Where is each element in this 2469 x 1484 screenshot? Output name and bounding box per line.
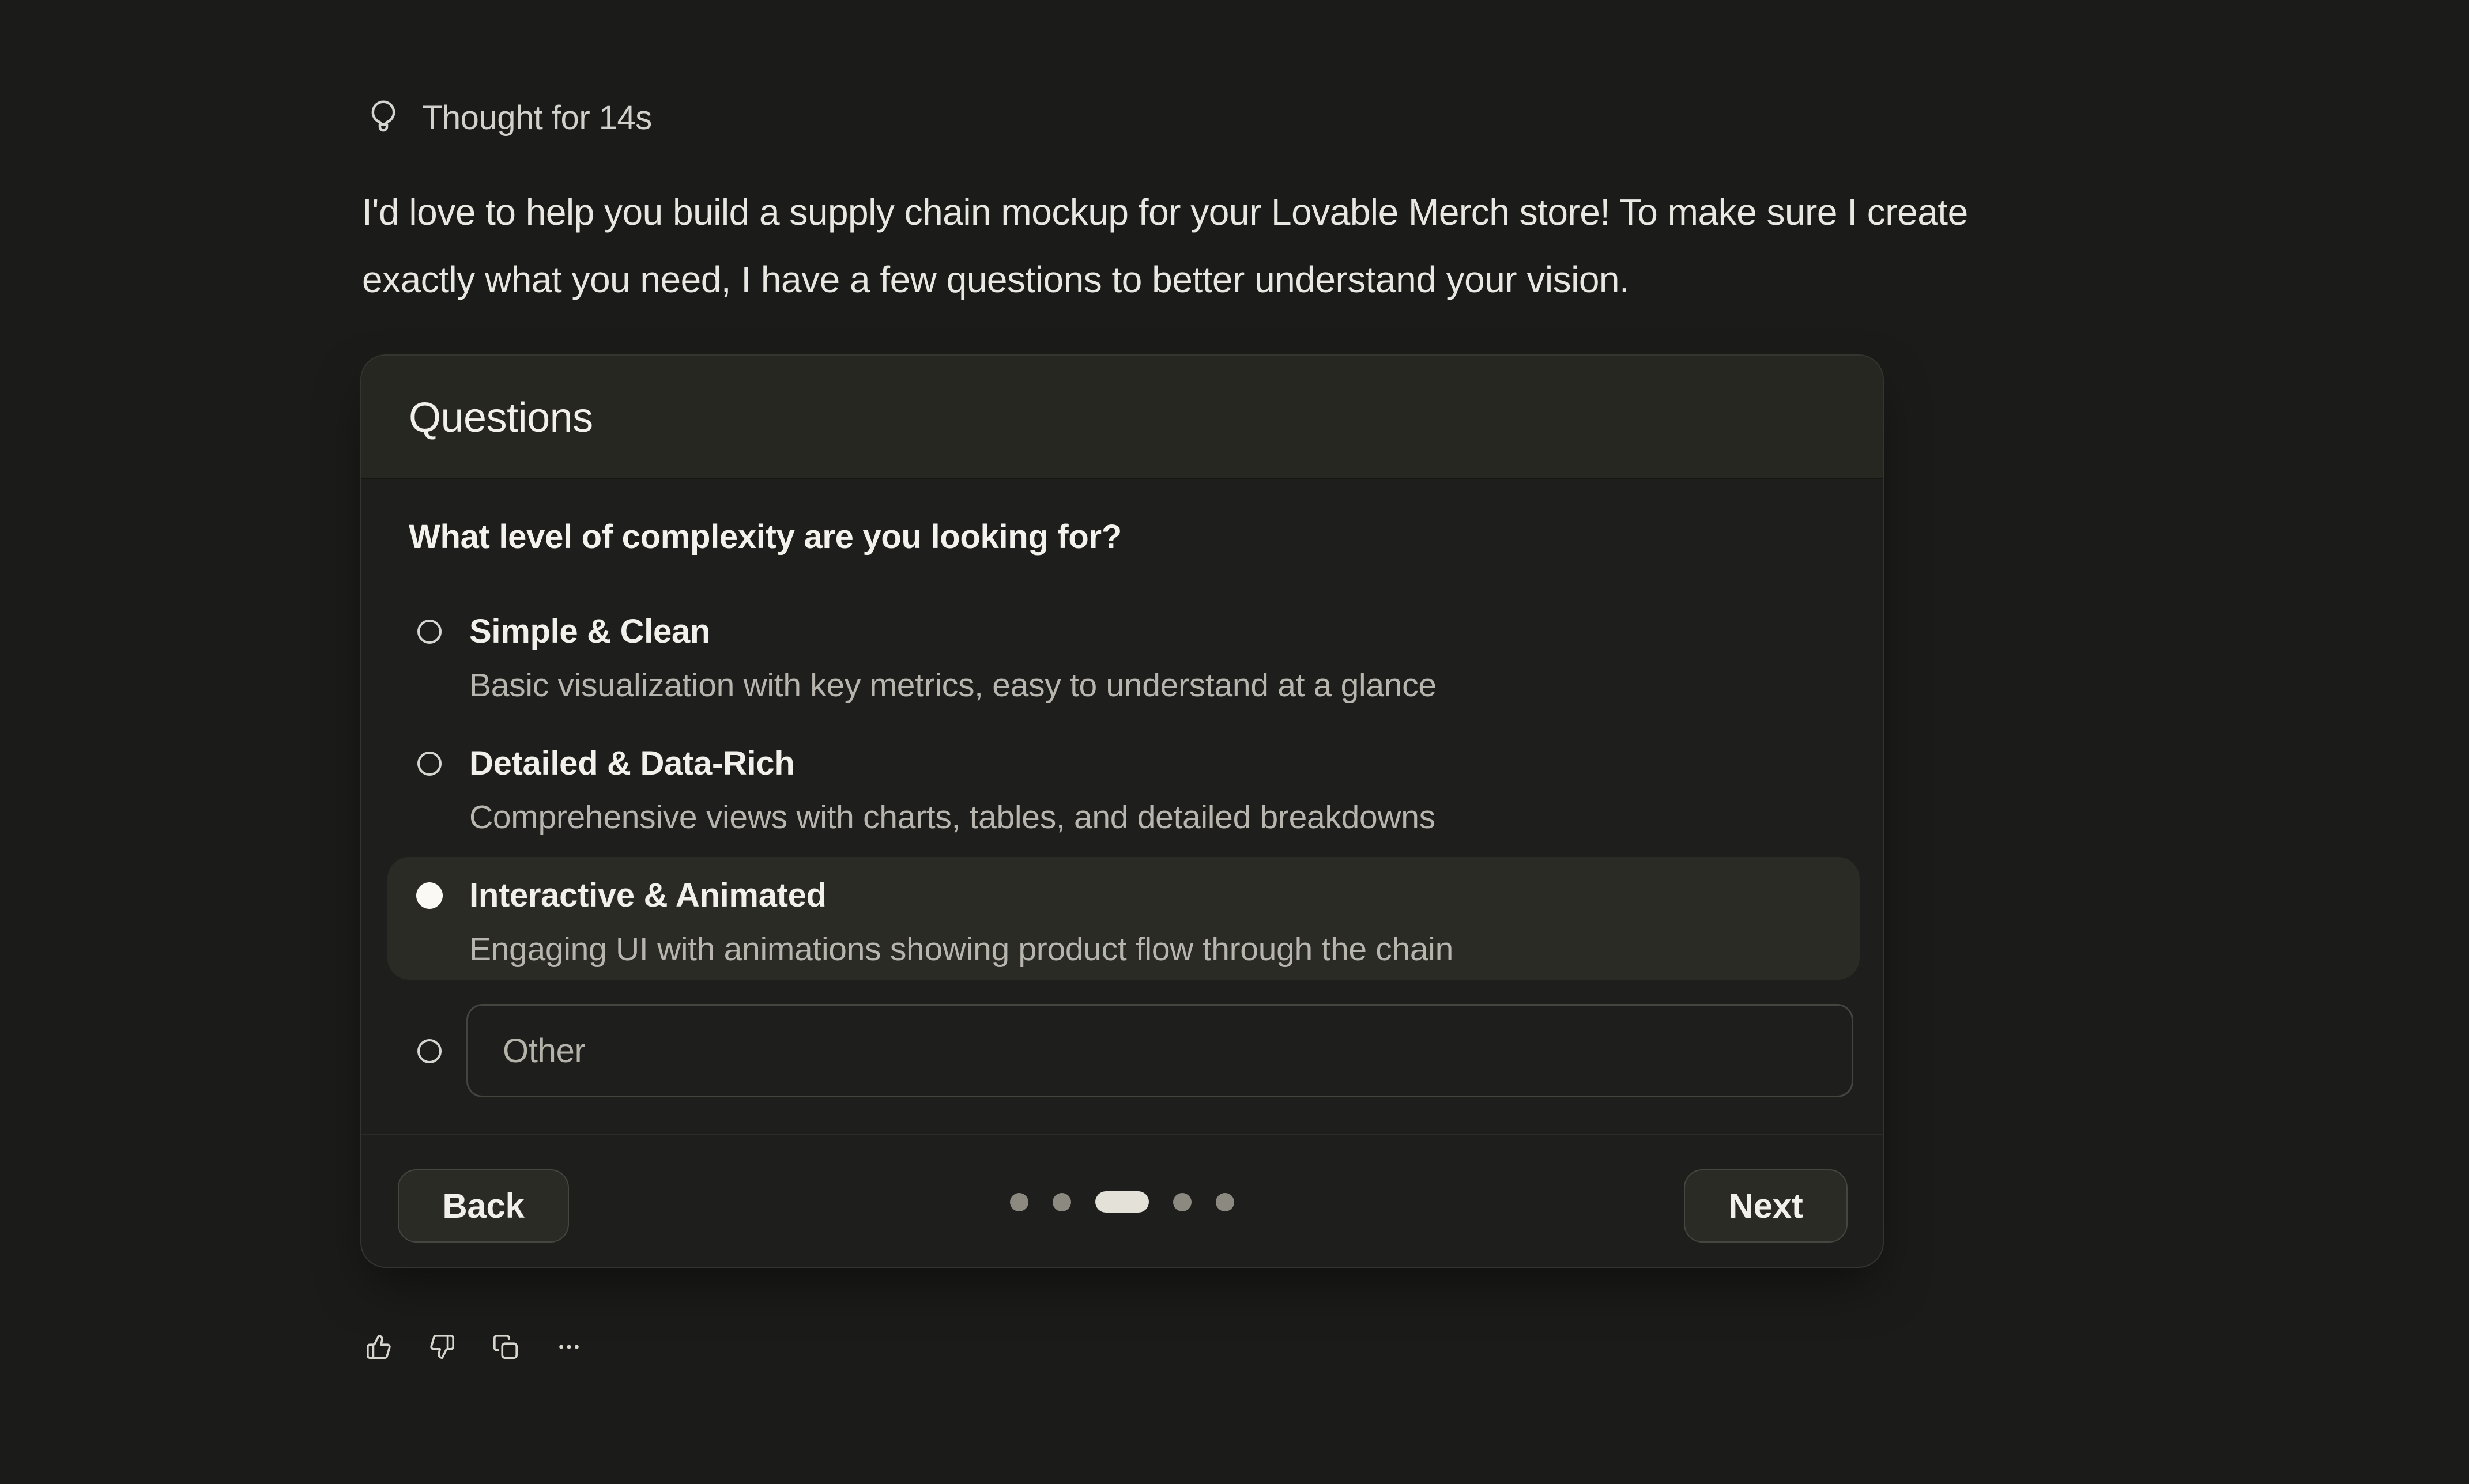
ellipsis-icon xyxy=(556,1334,582,1360)
question-text: What level of complexity are you looking… xyxy=(409,512,1122,562)
option-description: Basic visualization with key metrics, ea… xyxy=(469,664,1837,706)
radio-unchecked-icon[interactable] xyxy=(417,752,442,776)
pagination-dot xyxy=(1216,1193,1234,1211)
thumbs-up-button[interactable] xyxy=(365,1334,392,1360)
copy-icon xyxy=(492,1334,519,1360)
option-other[interactable] xyxy=(387,1004,1860,1097)
radio-unchecked-icon[interactable] xyxy=(417,620,442,644)
questions-card: Questions What level of complexity are y… xyxy=(360,354,1884,1268)
radio-unchecked-icon[interactable] xyxy=(417,1039,442,1063)
option-description: Engaging UI with animations showing prod… xyxy=(469,928,1837,970)
message-line: exactly what you need, I have a few ques… xyxy=(362,246,2322,314)
card-title: Questions xyxy=(409,356,593,479)
assistant-message: I'd love to help you build a supply chai… xyxy=(362,179,2322,314)
other-text-input[interactable] xyxy=(466,1004,1853,1097)
option-detailed-data-rich[interactable]: Detailed & Data-Rich Comprehensive views… xyxy=(387,725,1860,848)
thumbs-down-button[interactable] xyxy=(429,1334,455,1360)
card-header: Questions xyxy=(361,356,1883,479)
option-label: Interactive & Animated xyxy=(469,875,1837,916)
option-label: Detailed & Data-Rich xyxy=(469,743,1837,784)
thought-toggle[interactable]: Thought for 14s xyxy=(364,97,652,138)
pagination-dot xyxy=(1053,1193,1071,1211)
thumbs-up-icon xyxy=(365,1334,392,1360)
message-line: I'd love to help you build a supply chai… xyxy=(362,179,2322,246)
message-actions xyxy=(365,1330,582,1364)
back-button[interactable]: Back xyxy=(398,1169,569,1243)
radio-checked-icon[interactable] xyxy=(416,882,443,909)
pagination-dot-active xyxy=(1095,1191,1149,1213)
thumbs-down-icon xyxy=(429,1334,455,1360)
thought-label: Thought for 14s xyxy=(422,99,652,137)
option-texts: Simple & Clean Basic visualization with … xyxy=(469,611,1837,706)
option-label: Simple & Clean xyxy=(469,611,1837,652)
lightbulb-icon xyxy=(364,97,402,138)
option-texts: Detailed & Data-Rich Comprehensive views… xyxy=(469,743,1837,838)
option-texts: Interactive & Animated Engaging UI with … xyxy=(469,875,1837,970)
option-interactive-animated[interactable]: Interactive & Animated Engaging UI with … xyxy=(387,857,1860,980)
copy-button[interactable] xyxy=(492,1334,519,1360)
pagination-dots xyxy=(361,1135,1883,1269)
pagination-dot xyxy=(1173,1193,1192,1211)
card-footer: Back Next xyxy=(361,1134,1883,1269)
next-button[interactable]: Next xyxy=(1684,1169,1848,1243)
option-description: Comprehensive views with charts, tables,… xyxy=(469,796,1837,838)
more-options-button[interactable] xyxy=(556,1334,582,1360)
option-simple-clean[interactable]: Simple & Clean Basic visualization with … xyxy=(387,593,1860,716)
pagination-dot xyxy=(1010,1193,1028,1211)
